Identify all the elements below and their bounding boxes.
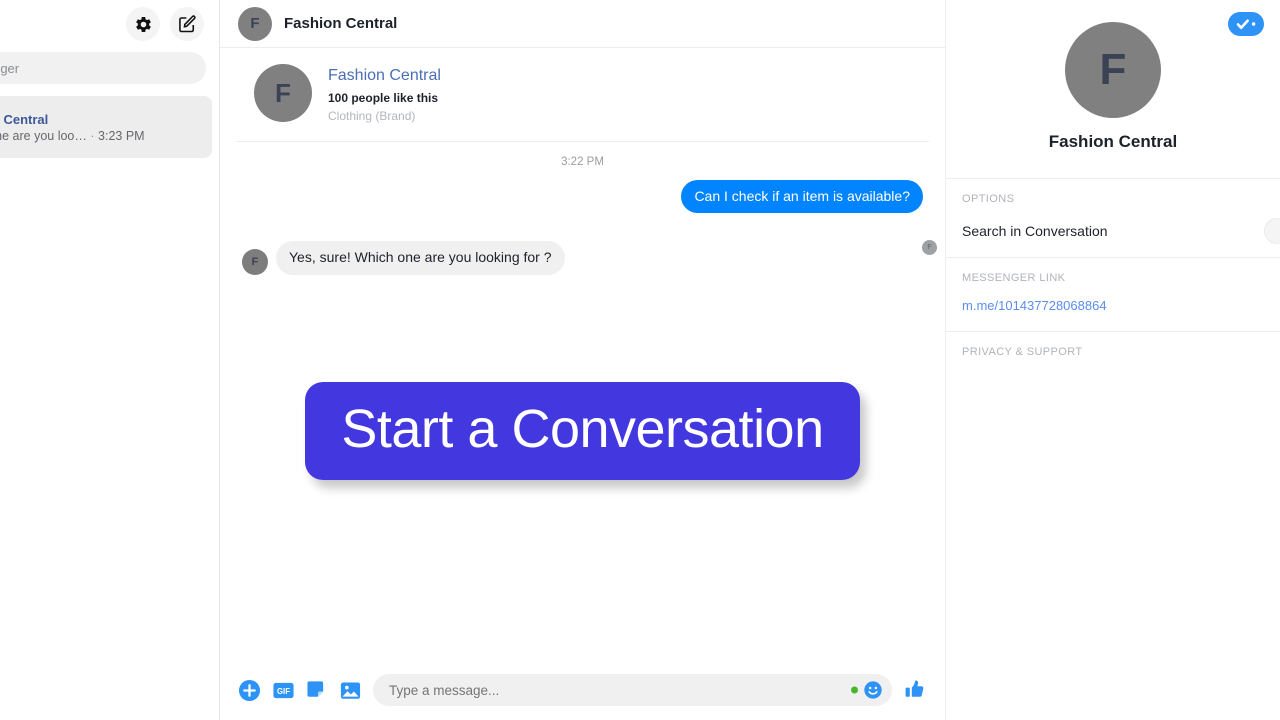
section-label-privacy-support: PRIVACY & SUPPORT [962,346,1264,358]
online-dot-icon [851,687,858,694]
messenger-link-section: MESSENGER LINK m.me/101437728068864 [946,258,1280,332]
start-conversation-overlay: Start a Conversation [220,382,945,480]
avatar: F [238,7,272,41]
seen-indicator-avatar: F [922,240,937,255]
compose-icon[interactable] [170,7,204,41]
start-conversation-button[interactable]: Start a Conversation [305,382,859,480]
conversation-header: F Fashion Central [220,0,945,48]
conversation-time: 3:23 PM [98,129,145,143]
message-composer: GIF [220,668,945,720]
search-input[interactable]: Search Messenger [0,52,206,84]
avatar-letter: F [1100,45,1127,95]
avatar: F [1065,22,1161,118]
avatar: F [254,64,312,122]
avatar-letter: F [275,78,291,109]
message-input[interactable] [373,674,892,706]
messenger-app: Search Messenger F Fashion Central Which… [0,0,1280,720]
search-in-conversation-label: Search in Conversation [962,223,1108,239]
sticker-icon[interactable] [306,679,328,701]
conversation-snippet: Which one are you loo… [0,129,87,143]
gear-icon[interactable] [126,7,160,41]
separator: · [90,129,94,143]
message-input-zone [373,674,892,706]
svg-text:GIF: GIF [277,686,290,695]
options-section: OPTIONS Search in Conversation [946,179,1280,258]
search-in-conversation-row[interactable]: Search in Conversation [962,223,1264,239]
section-label-messenger-link: MESSENGER LINK [962,272,1264,284]
avatar-letter: F [250,15,259,32]
sidebar-toolbar [0,0,220,48]
conversations-sidebar: Search Messenger F Fashion Central Which… [0,0,220,720]
smiley-icon[interactable] [863,680,883,700]
message-bubble: Can I check if an item is available? [681,180,923,214]
message-row-incoming: F Yes, sure! Which one are you looking f… [220,239,945,277]
privacy-support-section: PRIVACY & SUPPORT [946,332,1280,376]
page-intro-card: F Fashion Central 100 people like this C… [236,48,929,142]
thread-timestamp: 3:22 PM [220,142,945,178]
page-likes: 100 people like this [328,91,441,105]
section-label-options: OPTIONS [962,193,1264,205]
conversation-list-item[interactable]: F Fashion Central Which one are you loo…… [0,96,212,158]
message-list: F Fashion Central 100 people like this C… [220,48,945,668]
search-input-placeholder: Search Messenger [0,61,19,76]
avatar: F [242,249,268,275]
photo-icon[interactable] [339,679,362,702]
message-row-outgoing: Can I check if an item is available? [220,178,945,216]
message-bubble: Yes, sure! Which one are you looking for… [276,241,565,275]
conversation-list: F Fashion Central Which one are you loo…… [0,92,220,158]
plus-circle-icon[interactable] [238,679,261,702]
avatar-letter: F [927,244,931,251]
status-badge[interactable] [1228,12,1264,41]
page-category: Clothing (Brand) [328,109,441,123]
profile-name: Fashion Central [1049,132,1177,152]
sidebar-search-wrap: Search Messenger [0,48,220,92]
page-title: Fashion Central [284,15,397,32]
conversation-pane: F Fashion Central F Fashion Central 100 … [220,0,945,720]
conversation-name: Fashion Central [0,112,145,127]
thumbs-up-icon[interactable] [903,678,927,702]
messenger-link[interactable]: m.me/101437728068864 [962,298,1264,313]
avatar-letter: F [252,256,259,268]
chevron-right-icon[interactable] [1264,218,1280,244]
details-panel: F Fashion Central OPTIONS Search in Conv… [945,0,1280,720]
conversation-preview: Which one are you loo… · 3:23 PM [0,129,145,143]
page-name-link[interactable]: Fashion Central [328,66,441,87]
gif-icon[interactable]: GIF [272,679,295,702]
